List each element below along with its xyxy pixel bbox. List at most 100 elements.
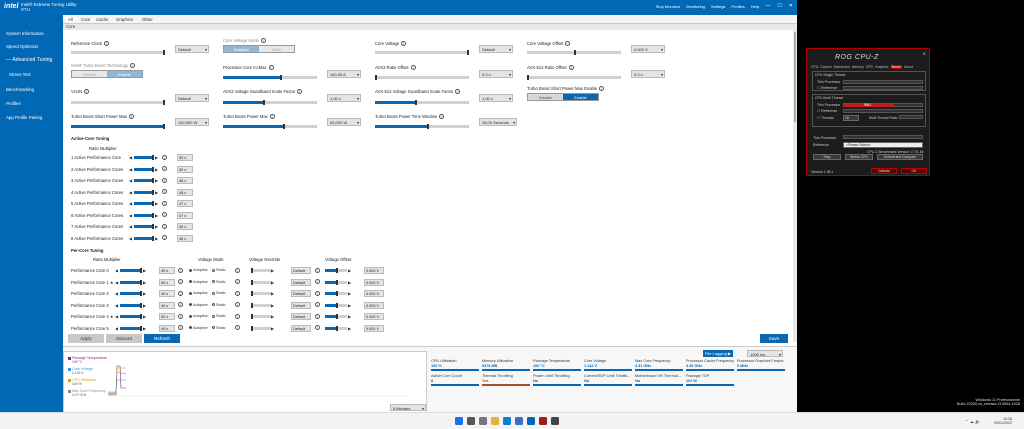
info-icon[interactable]: i	[162, 166, 167, 171]
adaptive-radio[interactable]: Adaptive	[189, 268, 208, 272]
ratio-increase-icon[interactable]: ▶	[143, 314, 146, 319]
voltage-offset-dropdown[interactable]: 0.000 V	[364, 324, 384, 332]
info-icon[interactable]: i	[455, 89, 461, 95]
avx2-ratio-slider[interactable]	[375, 75, 469, 80]
ratio-decrease-icon[interactable]: ◀	[115, 326, 118, 331]
avx2-guardband-slider[interactable]	[223, 100, 317, 105]
info-icon[interactable]: i	[269, 114, 275, 120]
info-icon[interactable]: i	[235, 313, 240, 319]
override-increase-icon[interactable]: ▶	[271, 280, 274, 285]
tab-other[interactable]: Other	[142, 17, 153, 22]
active-core-ratio-slider[interactable]	[134, 166, 154, 172]
active-core-ratio-slider-knob[interactable]	[152, 178, 154, 183]
active-core-ratio-dropdown[interactable]: 50 x	[177, 154, 193, 161]
per-core-ratio-slider[interactable]	[120, 279, 142, 285]
ratio-increase-icon[interactable]: ▶	[155, 155, 158, 160]
per-core-ratio-slider-knob[interactable]	[140, 302, 142, 308]
active-core-ratio-slider[interactable]	[134, 189, 154, 195]
active-core-ratio-slider-knob[interactable]	[152, 166, 154, 172]
icc-max-slider[interactable]	[223, 75, 317, 80]
override-increase-icon[interactable]: ▶	[271, 314, 274, 319]
ratio-increase-icon[interactable]: ▶	[155, 213, 158, 218]
cpuz-tab-graphics[interactable]: Graphics	[875, 65, 889, 69]
voltage-offset-slider[interactable]	[325, 268, 347, 273]
info-icon[interactable]: i	[235, 290, 240, 296]
time-window-dropdown[interactable]: 28.00 Seconds	[479, 118, 517, 126]
active-core-ratio-dropdown[interactable]: 46 x	[177, 234, 193, 242]
active-core-ratio-dropdown[interactable]: 48 x	[177, 188, 193, 196]
info-icon[interactable]: i	[315, 313, 320, 319]
cpuz-tab-memory[interactable]: Memory	[852, 65, 864, 69]
active-core-ratio-dropdown[interactable]: 47 x	[177, 200, 193, 207]
voltage-offset-dropdown[interactable]: 0.000 V	[364, 301, 384, 309]
voltage-override-dropdown[interactable]: Default	[291, 324, 311, 332]
static-option[interactable]: Static	[259, 46, 294, 52]
app-taskbar-icon[interactable]	[551, 417, 559, 425]
active-core-ratio-slider-knob[interactable]	[152, 235, 154, 241]
active-core-ratio-dropdown[interactable]: 48 x	[177, 177, 193, 184]
adaptive-radio[interactable]: Adaptive	[189, 326, 208, 330]
voltage-override-slider[interactable]	[251, 279, 271, 285]
active-core-ratio-slider-knob[interactable]	[152, 224, 154, 229]
ratio-increase-icon[interactable]: ▶	[143, 326, 146, 331]
voltage-offset-slider-knob[interactable]	[336, 279, 338, 285]
short-power-max-dropdown[interactable]: 100,000 W	[175, 118, 209, 126]
adaptive-option[interactable]: Adaptive	[224, 46, 259, 52]
voltage-offset-slider[interactable]	[325, 325, 347, 331]
static-radio[interactable]: Static	[212, 268, 226, 272]
info-icon[interactable]: i	[235, 267, 240, 273]
avx512-ratio-dropdown[interactable]: 0.0 x	[631, 70, 665, 78]
clock[interactable]: 10:36 09/01/2022	[994, 417, 1012, 425]
ratio-increase-icon[interactable]: ▶	[155, 236, 158, 241]
voltage-override-slider-knob[interactable]	[251, 325, 253, 331]
voltage-override-dropdown[interactable]: Default	[291, 278, 311, 286]
active-core-ratio-slider-knob[interactable]	[152, 189, 154, 195]
per-core-ratio-dropdown[interactable]: 49 x	[159, 301, 175, 309]
core-voltage-dropdown[interactable]: Default	[479, 45, 513, 53]
adaptive-radio[interactable]: Adaptive	[189, 314, 208, 318]
start-icon[interactable]	[455, 417, 463, 425]
info-icon[interactable]: i	[178, 313, 183, 319]
voltage-offset-slider-knob[interactable]	[336, 302, 338, 308]
maximize-icon[interactable]: ☐	[777, 3, 781, 9]
metric-tile[interactable]: Processor Cache Frequency 3.49 GHz	[686, 359, 734, 371]
ratio-increase-icon[interactable]: ▶	[143, 268, 146, 273]
active-core-ratio-slider-knob[interactable]	[152, 155, 154, 160]
reference-clock-slider[interactable]	[71, 50, 165, 55]
voltage-offset-slider-knob[interactable]	[336, 291, 338, 296]
info-icon[interactable]: i	[401, 41, 407, 47]
ratio-decrease-icon[interactable]: ◀	[129, 236, 132, 241]
voltage-offset-slider-knob[interactable]	[336, 325, 338, 331]
info-icon[interactable]: i	[315, 290, 320, 296]
info-icon[interactable]: i	[162, 177, 167, 183]
info-icon[interactable]: i	[235, 325, 240, 330]
discard-button[interactable]: Discard	[106, 334, 142, 343]
offset-increase-icon[interactable]: ▶	[348, 303, 351, 308]
metric-tile[interactable]: Motherboard VR Thermal... No	[635, 374, 683, 386]
icc-max-dropdown[interactable]: 160.00 A	[327, 70, 361, 78]
task-view-icon[interactable]	[479, 417, 487, 425]
cpuz-tab-bench[interactable]: Bench	[890, 65, 903, 69]
short-power-enable-toggle[interactable]: Disable Enable	[527, 93, 599, 101]
adaptive-radio[interactable]: Adaptive	[189, 291, 208, 295]
override-increase-icon[interactable]: ▶	[271, 303, 274, 308]
time-range-dropdown[interactable]: 5 Minutes	[390, 404, 426, 412]
ratio-increase-icon[interactable]: ▶	[143, 280, 146, 285]
avx512-ratio-slider[interactable]	[527, 75, 621, 80]
disable-option[interactable]: Disable	[72, 71, 107, 77]
tab-all[interactable]: All	[66, 17, 75, 22]
per-core-ratio-slider-knob[interactable]	[140, 279, 142, 285]
cpuz-reference-select[interactable]: <Please Select>	[843, 142, 923, 148]
refresh-button[interactable]: Refresh	[144, 334, 180, 343]
voltage-override-slider[interactable]	[251, 314, 271, 319]
vccin-dropdown[interactable]: Default	[175, 94, 209, 102]
sidebar-item-benchmarking[interactable]: Benchmarking	[6, 87, 34, 92]
voltage-offset-dropdown[interactable]: 0.000 V	[364, 267, 384, 274]
info-icon[interactable]: i	[315, 302, 320, 307]
per-core-ratio-dropdown[interactable]: 49 x	[159, 267, 175, 274]
active-core-ratio-dropdown[interactable]: 47 x	[177, 211, 193, 219]
offset-increase-icon[interactable]: ▶	[348, 326, 351, 331]
override-increase-icon[interactable]: ▶	[271, 326, 274, 331]
settings-button[interactable]: Settings	[711, 4, 725, 9]
adaptive-radio[interactable]: Adaptive	[189, 280, 208, 284]
